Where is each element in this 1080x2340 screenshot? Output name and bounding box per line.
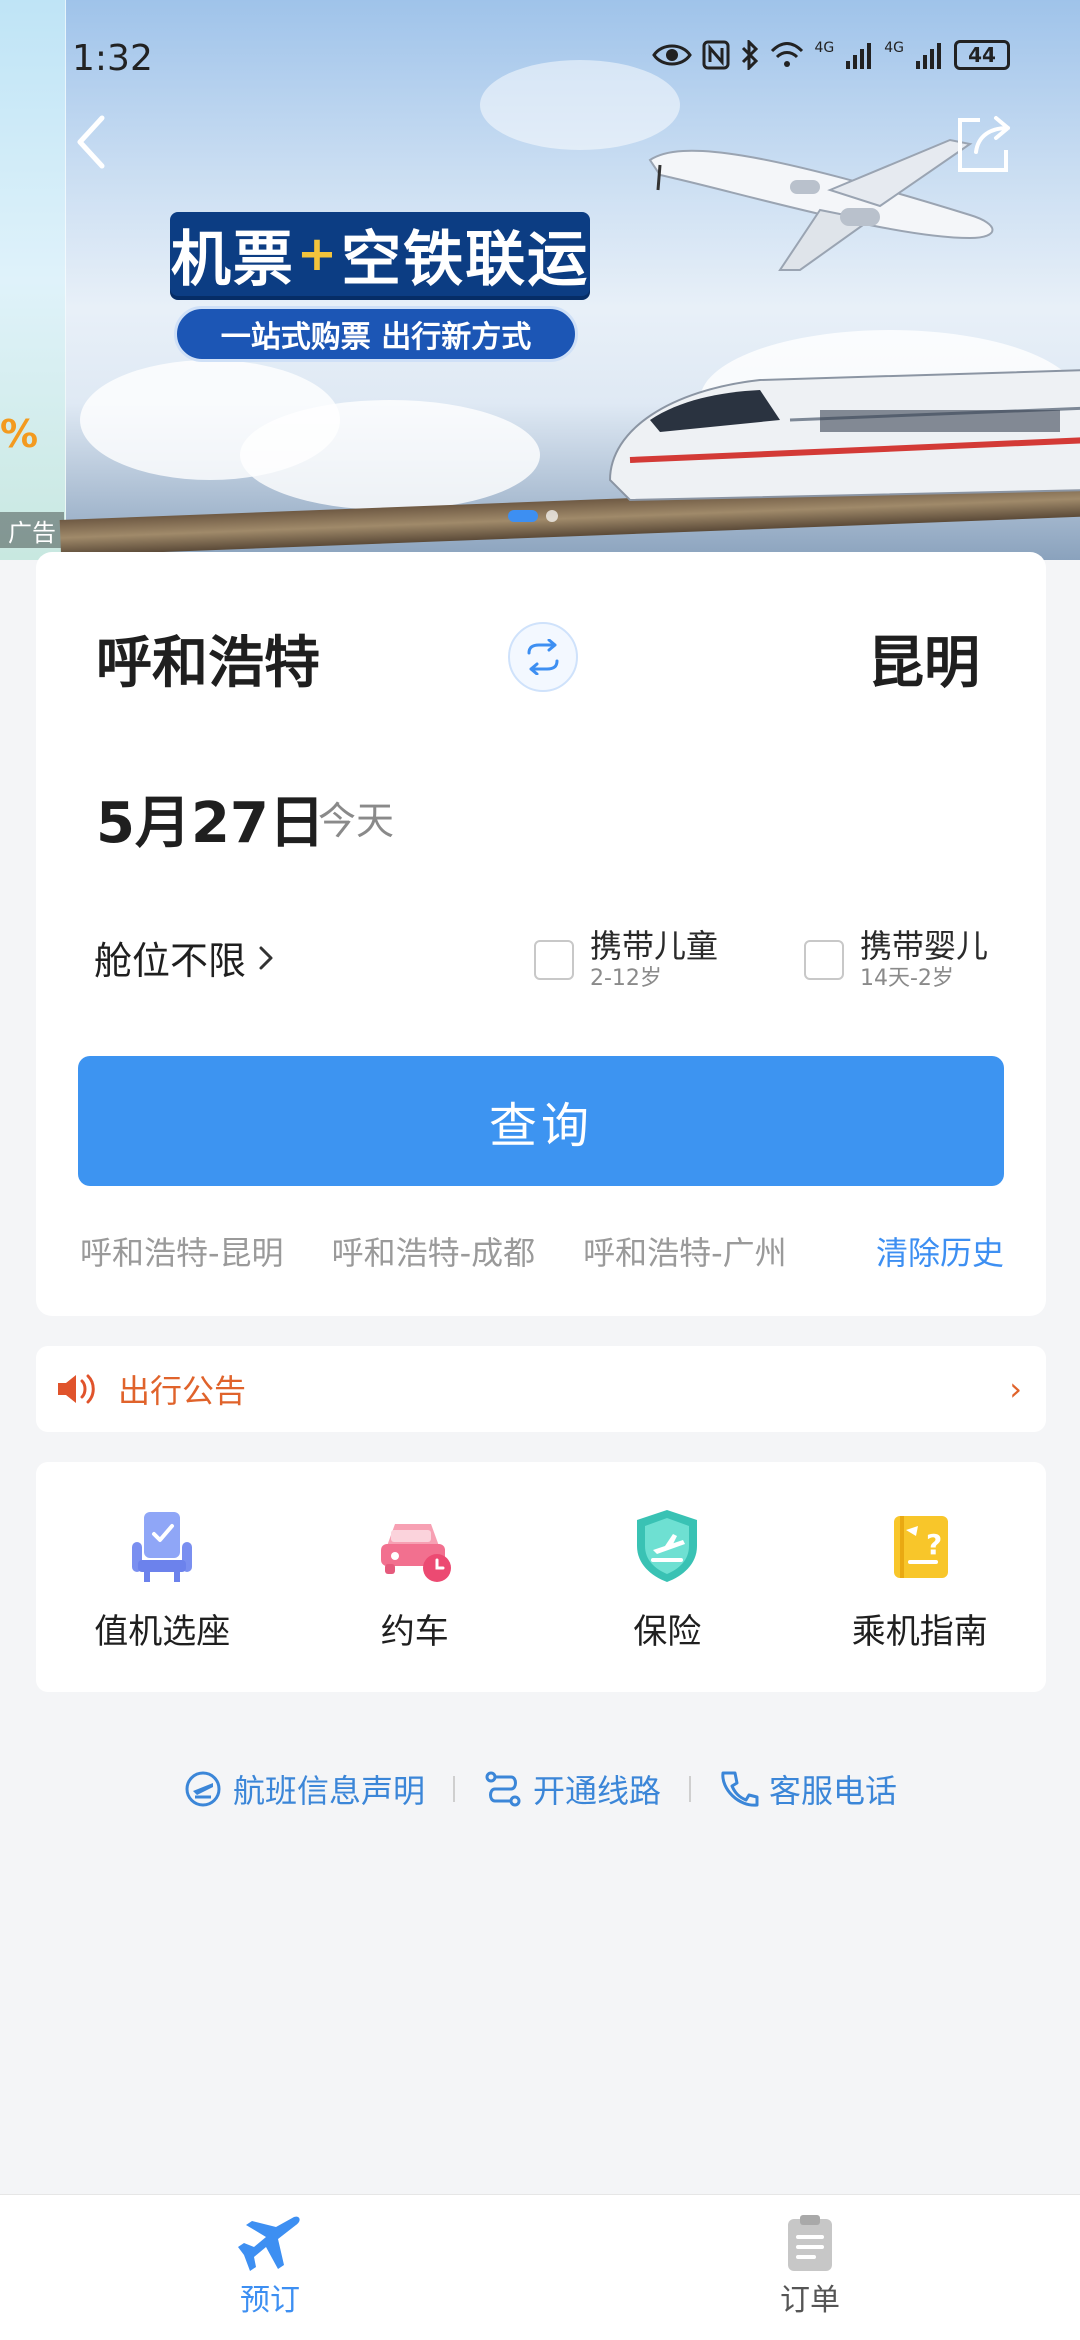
seat-icon (132, 1512, 193, 1582)
service-flight-guide[interactable]: ? 乘机指南 (794, 1462, 1047, 1692)
link-divider (689, 1776, 691, 1802)
departure-city[interactable]: 呼和浩特 (96, 618, 320, 699)
wifi-icon (771, 42, 804, 67)
ad-tag: 广告 (0, 512, 64, 548)
service-label: 保险 (633, 1612, 702, 1652)
flight-info-statement-link[interactable]: 航班信息声明 (183, 1766, 425, 1812)
phone-icon (721, 1771, 759, 1807)
status-time: 1:32 (72, 38, 153, 79)
child-checkbox[interactable] (534, 940, 574, 980)
customer-service-phone-link[interactable]: 客服电话 (719, 1766, 897, 1812)
banner-prev-text: % (0, 412, 39, 456)
tab-book-label: 预订 (240, 2283, 300, 2318)
tab-orders-label: 订单 (780, 2283, 840, 2318)
infant-label: 携带婴儿 (860, 927, 989, 965)
service-label: 约车 (380, 1612, 449, 1652)
car-icon (380, 1524, 451, 1582)
service-label: 值机选座 (94, 1612, 231, 1652)
flight-info-icon (185, 1771, 221, 1807)
insurance-icon (637, 1510, 698, 1582)
bluetooth-icon (742, 40, 759, 70)
svg-text:?: ? (926, 1528, 942, 1561)
infant-checkbox[interactable] (804, 940, 844, 980)
swap-icon (527, 639, 559, 675)
notice-text: 出行公告 (118, 1372, 247, 1410)
speaker-icon (58, 1374, 95, 1404)
search-history: 呼和浩特-昆明 呼和浩特-成都 呼和浩特-广州 (80, 1228, 831, 1274)
flight-info-label: 航班信息声明 (232, 1772, 425, 1810)
infant-option[interactable]: 携带婴儿 14天-2岁 (804, 926, 988, 992)
banner-title-part1: 机票 (170, 224, 295, 295)
tab-orders[interactable]: 订单 (540, 2195, 1080, 2340)
clear-history-button[interactable]: 清除历史 (876, 1228, 1004, 1274)
infant-age-range: 14天-2岁 (860, 966, 954, 991)
open-routes-link[interactable]: 开通线路 (483, 1766, 661, 1812)
network-type-1: 4G (814, 40, 835, 56)
arrival-city[interactable]: 昆明 (868, 618, 980, 699)
banner-title-plus: + (296, 226, 340, 282)
date-hint: 今天 (318, 799, 395, 843)
service-label: 乘机指南 (851, 1612, 988, 1652)
banner-title: 机票 + 空铁联运 (170, 212, 590, 296)
tab-book[interactable]: 预订 (0, 2195, 540, 2340)
eye-icon (652, 44, 693, 66)
chevron-right-icon (259, 946, 273, 969)
travel-notice-bar[interactable]: 出行公告 › (36, 1346, 1046, 1432)
bottom-tab-bar: 预订 订单 (0, 2194, 1080, 2340)
banner-cloud (240, 400, 540, 510)
cabin-class-label: 舱位不限 (94, 939, 247, 983)
clipboard-icon (788, 2215, 832, 2271)
child-option[interactable]: 携带儿童 2-12岁 (534, 926, 718, 992)
customer-service-label: 客服电话 (769, 1772, 898, 1810)
signal-icon (916, 43, 941, 69)
pagination-dot (546, 510, 558, 522)
history-item[interactable]: 呼和浩特-成都 (332, 1228, 536, 1274)
status-bar: 1:32 4G 4G 44 (0, 0, 1080, 120)
service-car-booking[interactable]: 约车 (289, 1462, 542, 1692)
chevron-right-icon: › (1009, 1370, 1022, 1408)
flight-search-card: 呼和浩特 昆明 5月27日 今天 舱位不限 携带儿童 2-12岁 携带婴儿 14… (36, 552, 1046, 1316)
back-button[interactable] (70, 112, 110, 172)
train-icon (608, 369, 1080, 502)
airplane-tab-icon (238, 2216, 300, 2271)
share-icon (958, 116, 1010, 172)
network-type-2: 4G (884, 40, 904, 56)
chevron-left-icon (77, 115, 105, 169)
swap-cities-button[interactable] (508, 622, 578, 692)
status-icons: 4G 4G 44 (652, 40, 1010, 70)
footer-links: 航班信息声明 开通线路 客服电话 (0, 1764, 1080, 1814)
history-item[interactable]: 呼和浩特-广州 (583, 1228, 787, 1274)
banner-title-part2: 空铁联运 (341, 224, 590, 295)
link-divider (452, 1776, 455, 1802)
service-grid: 值机选座 约车 保险 ? 乘机指南 (36, 1462, 1046, 1692)
service-checkin-seat[interactable]: 值机选座 (36, 1462, 289, 1692)
nfc-icon (702, 40, 730, 70)
battery-icon: 44 (954, 40, 1010, 70)
guide-icon: ? (893, 1516, 948, 1578)
service-insurance[interactable]: 保险 (541, 1462, 794, 1692)
route-icon (485, 1771, 521, 1807)
cabin-class-selector[interactable]: 舱位不限 (94, 930, 274, 985)
child-label: 携带儿童 (590, 927, 719, 965)
history-item[interactable]: 呼和浩特-昆明 (80, 1228, 284, 1274)
banner-pagination (508, 510, 558, 522)
pagination-dot-active (508, 510, 538, 522)
battery-level: 44 (968, 43, 996, 67)
child-age-range: 2-12岁 (590, 966, 662, 991)
search-button[interactable]: 查询 (78, 1056, 1004, 1186)
departure-date[interactable]: 5月27日 (96, 778, 325, 859)
banner-subtitle: 一站式购票 出行新方式 (174, 306, 578, 362)
signal-icon (846, 43, 872, 69)
open-routes-label: 开通线路 (532, 1772, 661, 1810)
share-button[interactable] (950, 112, 1016, 178)
